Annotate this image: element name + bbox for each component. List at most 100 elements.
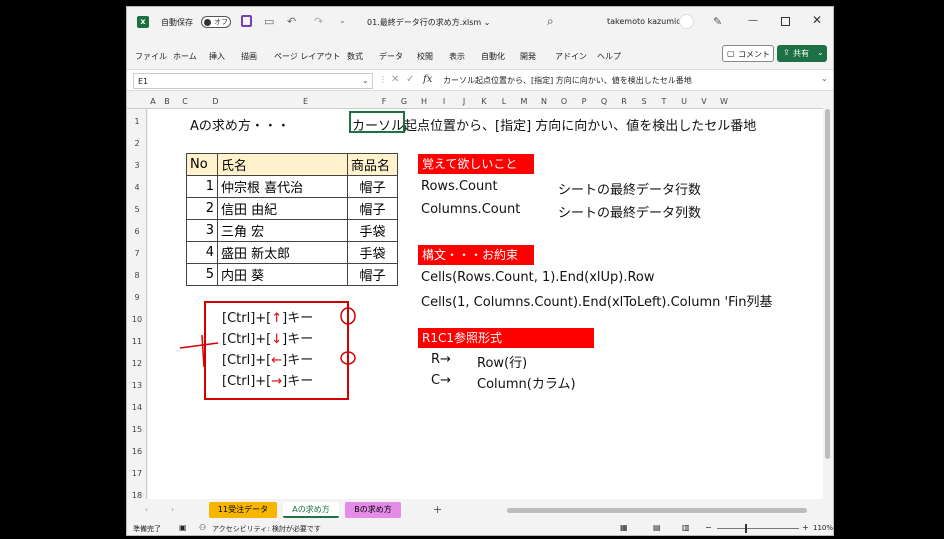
page-layout-view-icon[interactable]: ▤ bbox=[653, 523, 661, 532]
menu-page-layout[interactable]: ページ レイアウト bbox=[274, 51, 340, 62]
table-cell[interactable]: 内田 葵 bbox=[217, 263, 348, 286]
cell-e1[interactable]: カーソル起点位置から、[指定] 方向に向かい、値を検出したセル番地 bbox=[352, 115, 756, 134]
zoom-slider-thumb[interactable] bbox=[745, 524, 747, 533]
row-header-13[interactable]: 13 bbox=[127, 381, 147, 390]
menu-data[interactable]: データ bbox=[379, 51, 403, 62]
c-label[interactable]: C→ bbox=[431, 373, 451, 388]
table-cell[interactable]: 帽子 bbox=[347, 197, 398, 220]
close-icon[interactable]: ✕ bbox=[812, 13, 822, 27]
share-button[interactable]: ⇪ 共有 ⌄ bbox=[777, 45, 827, 62]
menu-view[interactable]: 表示 bbox=[449, 51, 465, 62]
fx-icon[interactable]: fx bbox=[423, 74, 432, 85]
menu-review[interactable]: 校閲 bbox=[417, 51, 433, 62]
rows-count[interactable]: Rows.Count bbox=[421, 179, 498, 194]
row-header-12[interactable]: 12 bbox=[127, 359, 147, 368]
table-cell[interactable]: 帽子 bbox=[347, 175, 398, 198]
column-header-s[interactable]: S bbox=[634, 97, 654, 106]
template-icon[interactable]: ▭ bbox=[264, 15, 274, 28]
syntax-column[interactable]: Cells(1, Columns.Count).End(xlToLeft).Co… bbox=[421, 291, 772, 310]
user-name[interactable]: takemoto kazumichi bbox=[607, 17, 688, 26]
menu-help[interactable]: ヘルプ bbox=[597, 51, 621, 62]
horizontal-scrollbar[interactable] bbox=[507, 508, 807, 513]
column-header-o[interactable]: O bbox=[554, 97, 574, 106]
row-header-1[interactable]: 1 bbox=[127, 117, 147, 126]
avatar[interactable] bbox=[679, 14, 694, 29]
columns-count-desc[interactable]: シートの最終データ列数 bbox=[558, 202, 701, 221]
menu-formulas[interactable]: 数式 bbox=[347, 51, 363, 62]
zoom-out-icon[interactable]: − bbox=[705, 523, 712, 532]
tab-scroll-left-icon[interactable]: ‹ bbox=[145, 505, 148, 514]
file-name[interactable]: 01.最終データ行の求め方.xlsm ⌄ bbox=[367, 17, 490, 28]
column-header-f[interactable]: F bbox=[374, 97, 394, 106]
table-cell[interactable]: 5 bbox=[186, 263, 218, 286]
c-desc[interactable]: Column(カラム) bbox=[477, 373, 576, 392]
zoom-in-icon[interactable]: + bbox=[802, 523, 809, 532]
column-header-w[interactable]: W bbox=[714, 97, 734, 106]
zoom-level[interactable]: 110% bbox=[813, 524, 833, 532]
row-header-9[interactable]: 9 bbox=[127, 293, 147, 302]
table-cell[interactable]: 4 bbox=[186, 241, 218, 264]
menu-file[interactable]: ファイル bbox=[135, 51, 167, 62]
column-header-g[interactable]: G bbox=[394, 97, 414, 106]
menu-home[interactable]: ホーム bbox=[173, 51, 197, 62]
table-cell[interactable]: 1 bbox=[186, 175, 218, 198]
autosave-toggle[interactable]: オフ bbox=[201, 16, 231, 28]
column-header-a[interactable]: A bbox=[148, 97, 158, 106]
comment-button[interactable]: ▢ コメント bbox=[722, 45, 774, 62]
column-header-u[interactable]: U bbox=[674, 97, 694, 106]
section-label-r1c1[interactable]: R1C1参照形式 bbox=[418, 328, 594, 348]
column-header-d[interactable]: D bbox=[194, 97, 237, 106]
zoom-slider[interactable] bbox=[717, 528, 799, 529]
r-label[interactable]: R→ bbox=[431, 352, 451, 367]
syntax-row[interactable]: Cells(Rows.Count, 1).End(xlUp).Row bbox=[421, 270, 655, 285]
column-header-b[interactable]: B bbox=[158, 97, 176, 106]
accessibility-status[interactable]: アクセシビリティ: 検討が必要です bbox=[212, 524, 321, 534]
formula-input[interactable]: カーソル起点位置から、[指定] 方向に向かい、値を検出したセル番地 bbox=[443, 75, 829, 91]
row-header-5[interactable]: 5 bbox=[127, 205, 147, 214]
rows-count-desc[interactable]: シートの最終データ行数 bbox=[558, 179, 701, 198]
table-cell[interactable]: 三角 宏 bbox=[217, 219, 348, 242]
column-header-q[interactable]: Q bbox=[594, 97, 614, 106]
row-header-11[interactable]: 11 bbox=[127, 337, 147, 346]
table-cell[interactable]: 2 bbox=[186, 197, 218, 220]
name-box[interactable]: E1 ⌄ bbox=[133, 73, 373, 89]
table-cell[interactable]: 盛田 新太郎 bbox=[217, 241, 348, 264]
row-header-17[interactable]: 17 bbox=[127, 469, 147, 478]
search-icon[interactable]: ⌕ bbox=[547, 14, 554, 29]
add-sheet-icon[interactable]: + bbox=[433, 503, 442, 516]
menu-insert[interactable]: 挿入 bbox=[209, 51, 225, 62]
column-header-v[interactable]: V bbox=[694, 97, 714, 106]
column-header-n[interactable]: N bbox=[534, 97, 554, 106]
maximize-icon[interactable] bbox=[781, 17, 790, 26]
tab-b-method[interactable]: Bの求め方 bbox=[345, 502, 401, 518]
r-desc[interactable]: Row(行) bbox=[477, 352, 527, 371]
worksheet-grid[interactable]: Aの求め方・・・ カーソル起点位置から、[指定] 方向に向かい、値を検出したセル… bbox=[148, 109, 823, 499]
section-label-syntax[interactable]: 構文・・・お約束 bbox=[418, 245, 534, 265]
column-header-e[interactable]: E bbox=[237, 97, 374, 106]
column-header-m[interactable]: M bbox=[514, 97, 534, 106]
table-cell[interactable]: 手袋 bbox=[347, 241, 398, 264]
qat-customize-icon[interactable]: ⌄ bbox=[339, 16, 346, 25]
tab-11-order-data[interactable]: 11受注データ bbox=[209, 502, 277, 518]
cancel-icon[interactable]: ✕ bbox=[391, 74, 399, 85]
expand-formula-icon[interactable]: ⌄ bbox=[821, 74, 828, 83]
row-header-7[interactable]: 7 bbox=[127, 249, 147, 258]
column-header-c[interactable]: C bbox=[176, 97, 194, 106]
row-header-4[interactable]: 4 bbox=[127, 183, 147, 192]
table-cell[interactable]: 仲宗根 喜代治 bbox=[217, 175, 348, 198]
row-header-8[interactable]: 8 bbox=[127, 271, 147, 280]
menu-automate[interactable]: 自動化 bbox=[481, 51, 505, 62]
column-header-r[interactable]: R bbox=[614, 97, 634, 106]
column-header-l[interactable]: L bbox=[494, 97, 514, 106]
menu-addins[interactable]: アドイン bbox=[555, 51, 587, 62]
vertical-scrollbar[interactable] bbox=[823, 95, 833, 495]
table-cell[interactable]: 帽子 bbox=[347, 263, 398, 286]
table-cell[interactable]: 3 bbox=[186, 219, 218, 242]
columns-count[interactable]: Columns.Count bbox=[421, 202, 520, 217]
row-header-14[interactable]: 14 bbox=[127, 403, 147, 412]
table-cell[interactable]: 信田 由紀 bbox=[217, 197, 348, 220]
redo-icon[interactable]: ↷ bbox=[314, 15, 323, 28]
normal-view-icon[interactable]: ▦ bbox=[620, 523, 628, 532]
menu-developer[interactable]: 開発 bbox=[520, 51, 536, 62]
undo-icon[interactable]: ↶ bbox=[287, 15, 296, 28]
